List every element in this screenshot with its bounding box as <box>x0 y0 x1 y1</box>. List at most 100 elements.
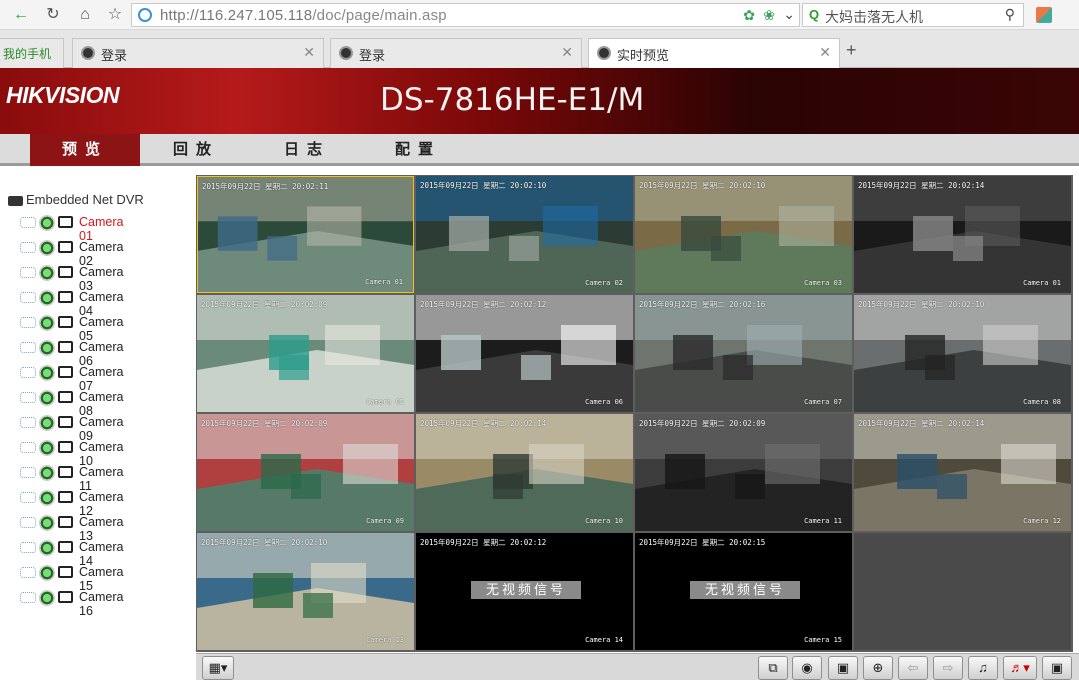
tab-my-phone[interactable]: 我的手机 <box>0 38 64 68</box>
video-feed[interactable]: 2015年09月22日 星期二 20:02:14 Camera 10 <box>416 414 633 531</box>
video-feed[interactable]: 2015年09月22日 星期二 20:02:11 Camera 01 <box>197 176 414 293</box>
favicon-icon <box>81 46 95 60</box>
feed-camera-name: Camera 05 <box>366 398 404 406</box>
zoom-icon[interactable]: ⊕ <box>863 656 893 680</box>
dropdown-icon[interactable]: ⌄ <box>783 6 795 23</box>
favicon-icon <box>339 46 353 60</box>
link-icon[interactable] <box>20 517 36 528</box>
dvr-root-node[interactable]: Embedded Net DVR <box>8 192 144 207</box>
camera-status-icon <box>39 240 55 256</box>
video-feed[interactable]: 2015年09月22日 星期二 20:02:14 Camera 12 <box>854 414 1071 531</box>
close-icon[interactable]: ✕ <box>303 44 315 61</box>
record-icon[interactable]: ▣ <box>828 656 858 680</box>
stop-all-icon[interactable]: ⧉ <box>758 656 788 680</box>
feed-camera-name: Camera 15 <box>804 636 842 644</box>
link-icon[interactable] <box>20 342 36 353</box>
video-feed[interactable]: 2015年09月22日 星期二 20:02:16 Camera 07 <box>635 295 852 412</box>
reload-icon[interactable]: ↻ <box>42 4 64 26</box>
close-icon[interactable]: ✕ <box>819 44 831 61</box>
record-status-icon <box>58 516 73 528</box>
camera-status-icon <box>39 415 55 431</box>
video-frame <box>416 295 633 412</box>
brand-logo: HIKVISION <box>6 82 120 108</box>
link-icon[interactable] <box>20 492 36 503</box>
link-icon[interactable] <box>20 542 36 553</box>
fullscreen-icon[interactable]: ▣ <box>1042 656 1072 680</box>
link-icon[interactable] <box>20 417 36 428</box>
feed-timestamp: 2015年09月22日 星期二 20:02:14 <box>858 181 985 190</box>
video-frame <box>854 414 1071 531</box>
bookmark-icon[interactable]: ☆ <box>104 4 126 26</box>
video-feed[interactable]: 2015年09月22日 星期二 20:02:10 Camera 08 <box>854 295 1071 412</box>
no-signal-label: 无视频信号 <box>471 581 581 599</box>
link-icon[interactable] <box>20 392 36 403</box>
video-feed[interactable]: 2015年09月22日 星期二 20:02:10 Camera 13 <box>197 533 414 650</box>
close-icon[interactable]: ✕ <box>561 44 573 61</box>
camera-status-icon <box>39 490 55 506</box>
prev-icon[interactable]: ⇦ <box>898 656 928 680</box>
nav-preview[interactable]: 预览 <box>30 134 140 166</box>
apps-icon[interactable] <box>1036 7 1052 23</box>
new-tab-icon[interactable]: + <box>846 40 857 61</box>
camera-tree: Embedded Net DVR Camera 01 Camera 02 Camer… <box>0 169 193 680</box>
link-icon[interactable] <box>20 367 36 378</box>
camera-label: Camera 11 <box>79 465 124 493</box>
camera-label: Camera 07 <box>79 365 124 393</box>
nav-config[interactable]: 配置 <box>363 134 473 166</box>
search-input[interactable]: Q 大妈击落无人机 ⚲ <box>802 3 1024 27</box>
link-icon[interactable] <box>20 442 36 453</box>
tab-live-preview[interactable]: 实时预览 ✕ <box>588 38 840 69</box>
tab-login-1[interactable]: 登录 ✕ <box>72 38 324 68</box>
camera-label: Camera 02 <box>79 240 124 268</box>
video-feed[interactable]: 2015年09月22日 星期二 20:02:14 Camera 01 <box>854 176 1071 293</box>
feed-timestamp: 2015年09月22日 星期二 20:02:10 <box>420 181 547 190</box>
link-icon[interactable] <box>20 217 36 228</box>
address-bar[interactable]: http://116.247.105.118/doc/page/main.asp… <box>131 3 800 27</box>
link-icon[interactable] <box>20 242 36 253</box>
browser-toolbar: ← ↻ ⌂ ☆ http://116.247.105.118/doc/page/… <box>0 0 1079 30</box>
video-feed[interactable]: 无视频信号 2015年09月22日 星期二 20:02:15 Camera 15 <box>635 533 852 650</box>
camera-label: Camera 06 <box>79 340 124 368</box>
feed-timestamp: 2015年09月22日 星期二 20:02:11 <box>202 182 329 191</box>
next-icon[interactable]: ⇨ <box>933 656 963 680</box>
layout-icon[interactable]: ▦▾ <box>202 656 234 680</box>
video-feed[interactable]: 2015年09月22日 星期二 20:02:09 Camera 11 <box>635 414 852 531</box>
empty-video-slot[interactable] <box>854 533 1071 650</box>
video-feed[interactable]: 2015年09月22日 星期二 20:02:10 Camera 02 <box>416 176 633 293</box>
search-icon[interactable]: ⚲ <box>1005 6 1015 23</box>
link-icon[interactable] <box>20 467 36 478</box>
app-header: HIKVISION DS-7816HE-E1/M <box>0 68 1079 134</box>
feed-timestamp: 2015年09月22日 星期二 20:02:09 <box>201 419 328 428</box>
record-status-icon <box>58 391 73 403</box>
nav-log[interactable]: 日志 <box>252 134 362 166</box>
feed-timestamp: 2015年09月22日 星期二 20:02:12 <box>420 300 547 309</box>
link-icon[interactable] <box>20 292 36 303</box>
mic-icon[interactable]: ♫ <box>968 656 998 680</box>
link-icon[interactable] <box>20 317 36 328</box>
video-feed[interactable]: 2015年09月22日 星期二 20:02:12 Camera 06 <box>416 295 633 412</box>
video-feed[interactable]: 2015年09月22日 星期二 20:02:09 Camera 05 <box>197 295 414 412</box>
video-feed[interactable]: 2015年09月22日 星期二 20:02:10 Camera 03 <box>635 176 852 293</box>
link-icon[interactable] <box>20 567 36 578</box>
record-status-icon <box>58 541 73 553</box>
link-icon[interactable] <box>20 267 36 278</box>
record-status-icon <box>58 341 73 353</box>
video-feed[interactable]: 无视频信号 2015年09月22日 星期二 20:02:12 Camera 14 <box>416 533 633 650</box>
camera-label: Camera 04 <box>79 290 124 318</box>
link-icon[interactable] <box>20 592 36 603</box>
security-icon: ✿ <box>743 7 755 23</box>
volume-icon[interactable]: ♬▾ <box>1003 656 1037 680</box>
nav-playback[interactable]: 回放 <box>141 134 251 166</box>
tab-label: 登录 <box>359 48 386 63</box>
video-feed[interactable]: 2015年09月22日 星期二 20:02:09 Camera 09 <box>197 414 414 531</box>
home-icon[interactable]: ⌂ <box>74 4 96 26</box>
feed-camera-name: Camera 08 <box>1023 398 1061 406</box>
feed-camera-name: Camera 12 <box>1023 517 1061 525</box>
video-frame <box>197 414 414 531</box>
capture-icon[interactable]: ◉ <box>792 656 822 680</box>
video-frame <box>416 414 633 531</box>
camera-status-icon <box>39 265 55 281</box>
feed-camera-name: Camera 06 <box>585 398 623 406</box>
tab-login-2[interactable]: 登录 ✕ <box>330 38 582 68</box>
back-icon[interactable]: ← <box>10 4 32 26</box>
